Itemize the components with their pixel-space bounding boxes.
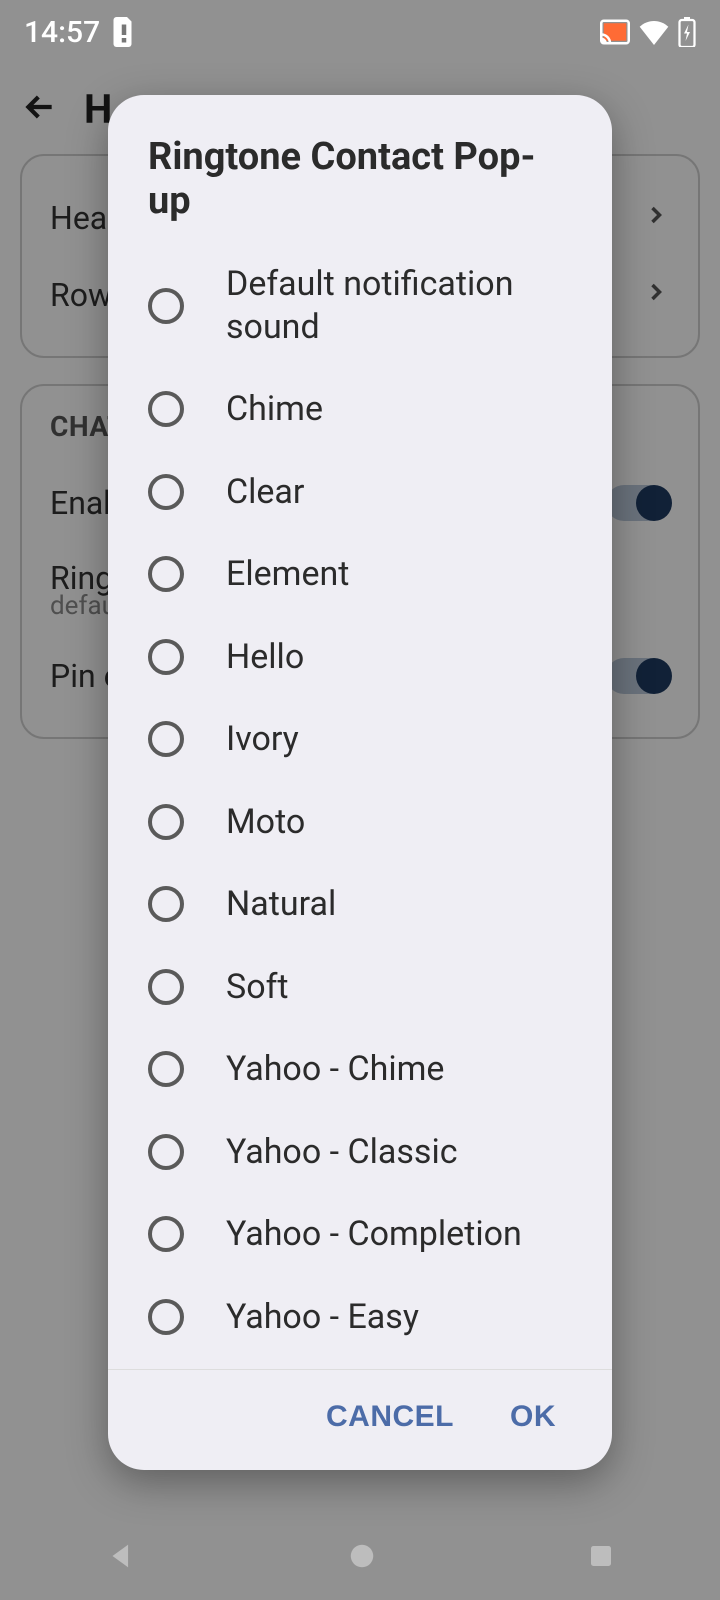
option-label: Moto bbox=[226, 801, 305, 844]
ringtone-option[interactable]: Yahoo - Chime bbox=[108, 1028, 612, 1111]
radio-icon[interactable] bbox=[148, 639, 184, 675]
radio-icon[interactable] bbox=[148, 1051, 184, 1087]
cast-icon bbox=[600, 19, 630, 45]
nav-recent-icon[interactable] bbox=[586, 1541, 616, 1575]
option-label: Chime bbox=[226, 388, 323, 431]
ringtone-option[interactable]: Natural bbox=[108, 863, 612, 946]
option-label: Natural bbox=[226, 883, 336, 926]
radio-icon[interactable] bbox=[148, 1299, 184, 1335]
ok-button[interactable]: OK bbox=[510, 1400, 556, 1434]
radio-icon[interactable] bbox=[148, 804, 184, 840]
radio-icon[interactable] bbox=[148, 886, 184, 922]
ringtone-option[interactable]: Yahoo - Got Mail bbox=[108, 1358, 612, 1369]
ringtone-option[interactable]: Element bbox=[108, 533, 612, 616]
battery-charging-icon bbox=[678, 17, 696, 47]
radio-icon[interactable] bbox=[148, 474, 184, 510]
ringtone-option[interactable]: Yahoo - Classic bbox=[108, 1111, 612, 1194]
radio-icon[interactable] bbox=[148, 556, 184, 592]
option-label: Clear bbox=[226, 471, 304, 514]
radio-icon[interactable] bbox=[148, 1216, 184, 1252]
cancel-button[interactable]: CANCEL bbox=[326, 1400, 454, 1434]
ringtone-option[interactable]: Default notification sound bbox=[108, 243, 612, 368]
dialog-actions: CANCEL OK bbox=[108, 1369, 612, 1470]
option-label: Yahoo - Easy bbox=[226, 1296, 419, 1339]
ringtone-option[interactable]: Ivory bbox=[108, 698, 612, 781]
option-label: Yahoo - Completion bbox=[226, 1213, 522, 1256]
radio-icon[interactable] bbox=[148, 969, 184, 1005]
ringtone-dialog: Ringtone Contact Pop-up Default notifica… bbox=[108, 95, 612, 1470]
dialog-title: Ringtone Contact Pop-up bbox=[108, 95, 612, 243]
ringtone-option[interactable]: Yahoo - Completion bbox=[108, 1193, 612, 1276]
radio-icon[interactable] bbox=[148, 1134, 184, 1170]
ringtone-option[interactable]: Chime bbox=[108, 368, 612, 451]
sim-alert-icon bbox=[112, 17, 136, 47]
ringtone-option[interactable]: Soft bbox=[108, 946, 612, 1029]
android-nav-bar bbox=[0, 1516, 720, 1600]
wifi-icon bbox=[638, 19, 670, 45]
ringtone-option[interactable]: Yahoo - Easy bbox=[108, 1276, 612, 1359]
option-label: Element bbox=[226, 553, 349, 596]
radio-icon[interactable] bbox=[148, 391, 184, 427]
radio-icon[interactable] bbox=[148, 721, 184, 757]
nav-back-icon[interactable] bbox=[104, 1539, 138, 1577]
ringtone-option[interactable]: Clear bbox=[108, 451, 612, 534]
option-label: Yahoo - Classic bbox=[226, 1131, 458, 1174]
nav-home-icon[interactable] bbox=[347, 1541, 377, 1575]
option-label: Soft bbox=[226, 966, 289, 1009]
status-time: 14:57 bbox=[24, 15, 100, 50]
status-bar: 14:57 bbox=[0, 0, 720, 64]
ringtone-option[interactable]: Moto bbox=[108, 781, 612, 864]
option-label: Hello bbox=[226, 636, 304, 679]
ringtone-options-list[interactable]: Default notification sound Chime Clear Elem… bbox=[108, 243, 612, 1369]
ringtone-option[interactable]: Hello bbox=[108, 616, 612, 699]
radio-icon[interactable] bbox=[148, 288, 184, 324]
option-label: Default notification sound bbox=[226, 263, 572, 348]
option-label: Ivory bbox=[226, 718, 299, 761]
option-label: Yahoo - Chime bbox=[226, 1048, 444, 1091]
